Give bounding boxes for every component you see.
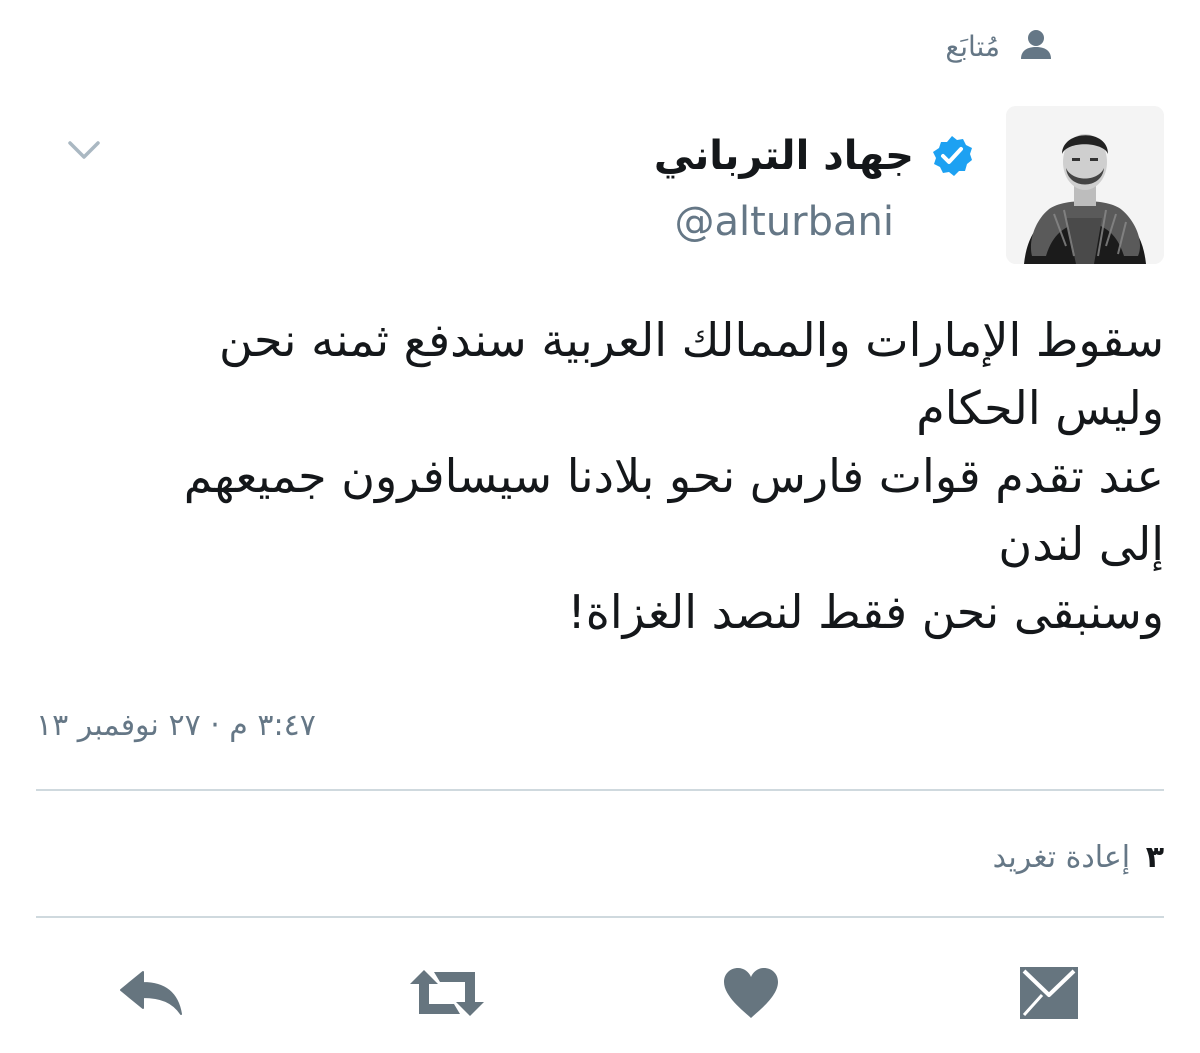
reply-icon [117, 968, 185, 1018]
follow-status[interactable]: مُتابَع [945, 18, 1054, 74]
heart-icon [722, 966, 780, 1020]
display-name[interactable]: جهاد الترباني [654, 120, 914, 192]
direct-message-button[interactable] [1012, 962, 1086, 1024]
reply-button[interactable] [114, 962, 188, 1024]
tweet-line: سقوط الإمارات والممالك العربية سندفع ثمن… [218, 313, 1164, 367]
retweet-label: إعادة تغريد [992, 840, 1131, 875]
retweet-stats[interactable]: ٣ إعادة تغريد [993, 834, 1164, 882]
tweet-line: عند تقدم قوات فارس نحو بلادنا سيسافرون ج… [183, 449, 1164, 503]
divider [36, 789, 1164, 791]
tweet-text: سقوط الإمارات والممالك العربية سندفع ثمن… [34, 306, 1164, 646]
follow-label: مُتابَع [945, 29, 1000, 63]
retweet-icon [408, 968, 486, 1018]
retweet-count: ٣ [1145, 840, 1164, 875]
tweet-line: وسنبقى نحن فقط لنصد الغزاة! [567, 585, 1164, 639]
avatar[interactable] [1006, 106, 1164, 264]
divider [36, 916, 1164, 918]
retweet-button[interactable] [410, 962, 484, 1024]
envelope-icon [1018, 965, 1080, 1021]
person-icon [1018, 26, 1054, 66]
tweet-line: إلى لندن [998, 517, 1164, 571]
tweet-line: وليس الحكام [916, 381, 1164, 435]
tweet-timestamp[interactable]: ٣:٤٧ م · ٢٧ نوفمبر ١٣ [36, 702, 316, 750]
chevron-down-icon[interactable] [64, 130, 104, 170]
verified-badge-icon [930, 134, 974, 178]
author-handle[interactable]: @alturbani [675, 192, 894, 252]
like-button[interactable] [714, 962, 788, 1024]
